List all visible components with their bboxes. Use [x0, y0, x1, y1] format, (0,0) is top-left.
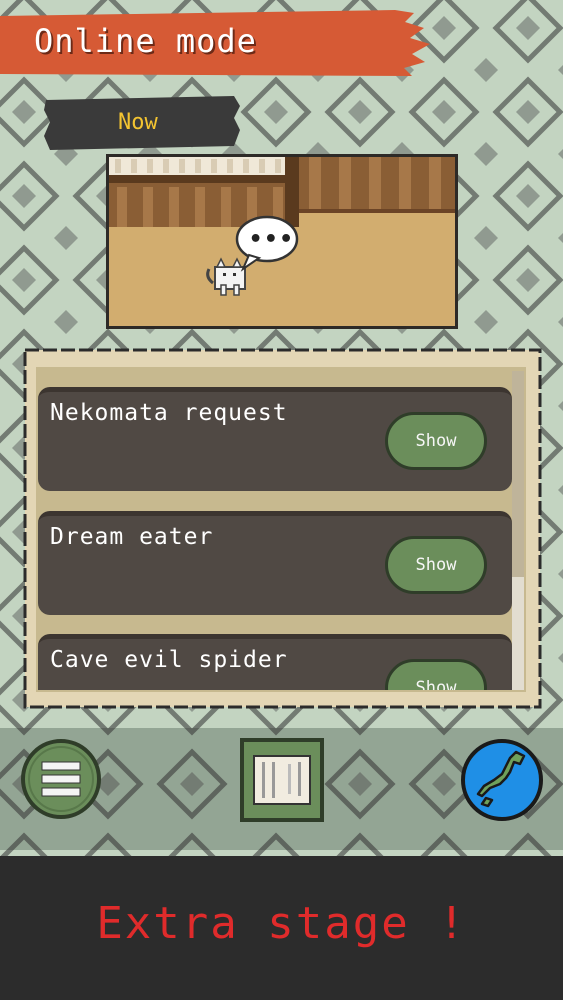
journal-button[interactable]: [240, 738, 324, 822]
quest-item: Cave evil spider Show: [38, 634, 512, 690]
quest-name: Dream eater: [50, 524, 214, 550]
quest-item: Nekomata request Show: [38, 387, 512, 491]
show-button[interactable]: Show: [385, 412, 487, 470]
speech-bubble-text: •••: [249, 227, 295, 252]
scrollbar-thumb[interactable]: [512, 371, 524, 577]
quest-name: Cave evil spider: [50, 647, 288, 673]
japan-map-icon: [461, 739, 543, 821]
extra-stage-text: Extra stage !: [96, 898, 467, 949]
journal-icon: [240, 738, 324, 822]
now-label: Now: [118, 110, 158, 135]
quest-list[interactable]: Nekomata request Show Dream eater Show C…: [38, 371, 512, 690]
quest-name: Nekomata request: [50, 400, 288, 426]
menu-button[interactable]: [20, 738, 102, 820]
quest-list-scrollbar[interactable]: [512, 371, 524, 690]
show-button[interactable]: Show: [385, 536, 487, 594]
hamburger-icon: [21, 739, 101, 819]
quest-item: Dream eater Show: [38, 511, 512, 615]
map-button[interactable]: [460, 738, 544, 822]
current-location-scene: •••: [106, 154, 458, 329]
show-button[interactable]: Show: [385, 659, 487, 690]
page-title: Online mode: [34, 22, 257, 60]
